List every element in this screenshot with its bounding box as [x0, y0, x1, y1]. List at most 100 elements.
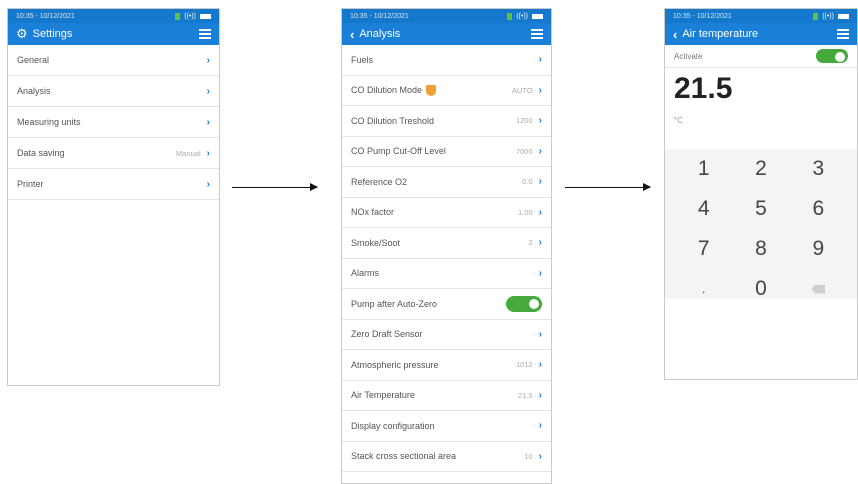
chevron-right-icon: ›	[538, 420, 542, 432]
air-temperature-header: ‹ Air temperature	[665, 23, 857, 45]
item-value: Manual	[176, 148, 201, 158]
flow-arrow-1	[232, 183, 318, 191]
key-2[interactable]: 2	[732, 149, 789, 189]
key-9[interactable]: 9	[790, 229, 847, 269]
battery-icon	[838, 13, 849, 19]
analysis-item-zero-draft-sensor[interactable]: Zero Draft Sensor ›	[342, 320, 551, 350]
page-title: Settings	[32, 28, 73, 40]
gear-icon: ⚙	[16, 26, 28, 41]
item-label: CO Pump Cut-Off Level	[351, 146, 446, 157]
status-bar: 10:35 - 10/12/2021 ((•))	[665, 9, 857, 23]
item-value: 1200	[515, 116, 533, 126]
item-value: 1.00	[518, 207, 533, 217]
key-1[interactable]: 1	[675, 149, 732, 189]
chevron-right-icon: ›	[538, 176, 542, 188]
item-value: 10	[524, 451, 533, 461]
item-label: Smoke/Soot	[351, 237, 401, 248]
status-icons: ((•))	[507, 12, 543, 20]
analysis-item-atmospheric-pressure[interactable]: Atmospheric pressure 1012 ›	[342, 350, 551, 381]
menu-icon[interactable]	[531, 29, 543, 39]
analysis-item-reference-o2[interactable]: Reference O2 0.0 ›	[342, 167, 551, 198]
pump-after-auto-zero-toggle[interactable]	[506, 295, 542, 312]
status-icons: ((•))	[813, 12, 849, 20]
back-chevron-icon[interactable]: ‹	[673, 27, 677, 42]
plug-icon	[813, 12, 819, 20]
item-label: Stack cross sectional area	[351, 451, 457, 462]
item-label: Analysis	[17, 86, 51, 96]
back-chevron-icon[interactable]: ‹	[350, 27, 354, 42]
item-label: Alarms	[351, 268, 380, 279]
activate-row: Activate	[665, 45, 857, 67]
chevron-right-icon: ›	[538, 328, 542, 340]
settings-item-general[interactable]: General ›	[8, 45, 219, 76]
analysis-list: Fuels › CO Dilution Mode AUTO › CO Dilut…	[342, 45, 551, 472]
settings-item-data-saving[interactable]: Data saving Manual ›	[8, 138, 219, 169]
battery-icon	[200, 13, 211, 19]
item-value: 2	[528, 238, 533, 248]
status-icons: ((•))	[175, 12, 211, 20]
item-label: Data saving	[17, 148, 65, 158]
key-6[interactable]: 6	[790, 189, 847, 229]
key-0[interactable]: 0	[732, 269, 789, 309]
item-label: CO Dilution Mode	[351, 84, 423, 95]
analysis-screen: 10:35 - 10/12/2021 ((•)) ‹ Analysis Fuel…	[341, 8, 552, 484]
key-5[interactable]: 5	[732, 189, 789, 229]
item-label: Display configuration	[351, 420, 435, 431]
analysis-item-display-configuration[interactable]: Display configuration ›	[342, 411, 551, 442]
activate-label: Activate	[674, 51, 703, 61]
item-value: 21.5	[518, 390, 533, 400]
menu-icon[interactable]	[199, 29, 211, 39]
settings-item-analysis[interactable]: Analysis ›	[8, 76, 219, 107]
chevron-right-icon: ›	[206, 178, 210, 190]
status-bar: 10:35 - 10/12/2021 ((•))	[342, 9, 551, 23]
flow-arrow-2	[565, 183, 651, 191]
item-label: Pump after Auto-Zero	[351, 298, 438, 309]
analysis-item-air-temperature[interactable]: Air Temperature 21.5 ›	[342, 381, 551, 411]
analysis-item-smoke-soot[interactable]: Smoke/Soot 2 ›	[342, 228, 551, 259]
chevron-right-icon: ›	[206, 85, 210, 97]
settings-item-measuring-units[interactable]: Measuring units ›	[8, 107, 219, 138]
item-label: NOx factor	[351, 207, 395, 218]
analysis-item-alarms[interactable]: Alarms ›	[342, 259, 551, 289]
analysis-item-fuels[interactable]: Fuels ›	[342, 45, 551, 76]
analysis-item-co-pump-cut-off-level[interactable]: CO Pump Cut-Off Level 7000 ›	[342, 137, 551, 167]
chevron-right-icon: ›	[206, 116, 210, 128]
settings-list: General › Analysis › Measuring units › D…	[8, 45, 219, 200]
item-label: Printer	[17, 179, 44, 189]
plug-icon	[175, 12, 181, 20]
key-8[interactable]: 8	[732, 229, 789, 269]
chevron-right-icon: ›	[538, 145, 542, 157]
key-delete[interactable]	[790, 269, 847, 309]
air-temperature-screen: 10:35 - 10/12/2021 ((•)) ‹ Air temperatu…	[664, 8, 858, 380]
settings-screen: 10:35 - 10/12/2021 ((•)) ⚙ Settings Gene…	[7, 8, 220, 386]
menu-icon[interactable]	[837, 29, 849, 39]
analysis-item-nox-factor[interactable]: NOx factor 1.00 ›	[342, 198, 551, 228]
analysis-item-stack-cross-sectional-area[interactable]: Stack cross sectional area 10 ›	[342, 442, 551, 472]
chevron-right-icon: ›	[538, 84, 542, 96]
temperature-value: 21.5	[674, 72, 733, 105]
status-time: 10:35 - 10/12/2021	[350, 12, 409, 20]
chevron-right-icon: ›	[538, 267, 542, 279]
key-7[interactable]: 7	[675, 229, 732, 269]
shield-icon	[426, 84, 437, 96]
analysis-item-co-dilution-mode[interactable]: CO Dilution Mode AUTO ›	[342, 76, 551, 106]
key-4[interactable]: 4	[675, 189, 732, 229]
item-label: General	[17, 55, 50, 65]
temperature-unit: °C	[674, 116, 683, 125]
item-value: 0.0	[522, 177, 533, 187]
settings-item-printer[interactable]: Printer ›	[8, 169, 219, 200]
item-label: CO Dilution Treshold	[351, 115, 435, 126]
key-decimal[interactable]: .	[675, 269, 732, 309]
backspace-icon	[811, 284, 826, 294]
activate-toggle[interactable]	[816, 49, 848, 63]
chevron-right-icon: ›	[538, 237, 542, 249]
status-bar: 10:35 - 10/12/2021 ((•))	[8, 9, 219, 23]
key-3[interactable]: 3	[790, 149, 847, 189]
bluetooth-icon: ((•))	[516, 12, 528, 20]
chevron-right-icon: ›	[538, 389, 542, 401]
analysis-item-co-dilution-treshold[interactable]: CO Dilution Treshold 1200 ›	[342, 106, 551, 137]
page-title: Analysis	[359, 28, 401, 40]
chevron-right-icon: ›	[206, 147, 210, 159]
item-label: Zero Draft Sensor	[351, 329, 423, 340]
item-label: Measuring units	[17, 117, 81, 127]
